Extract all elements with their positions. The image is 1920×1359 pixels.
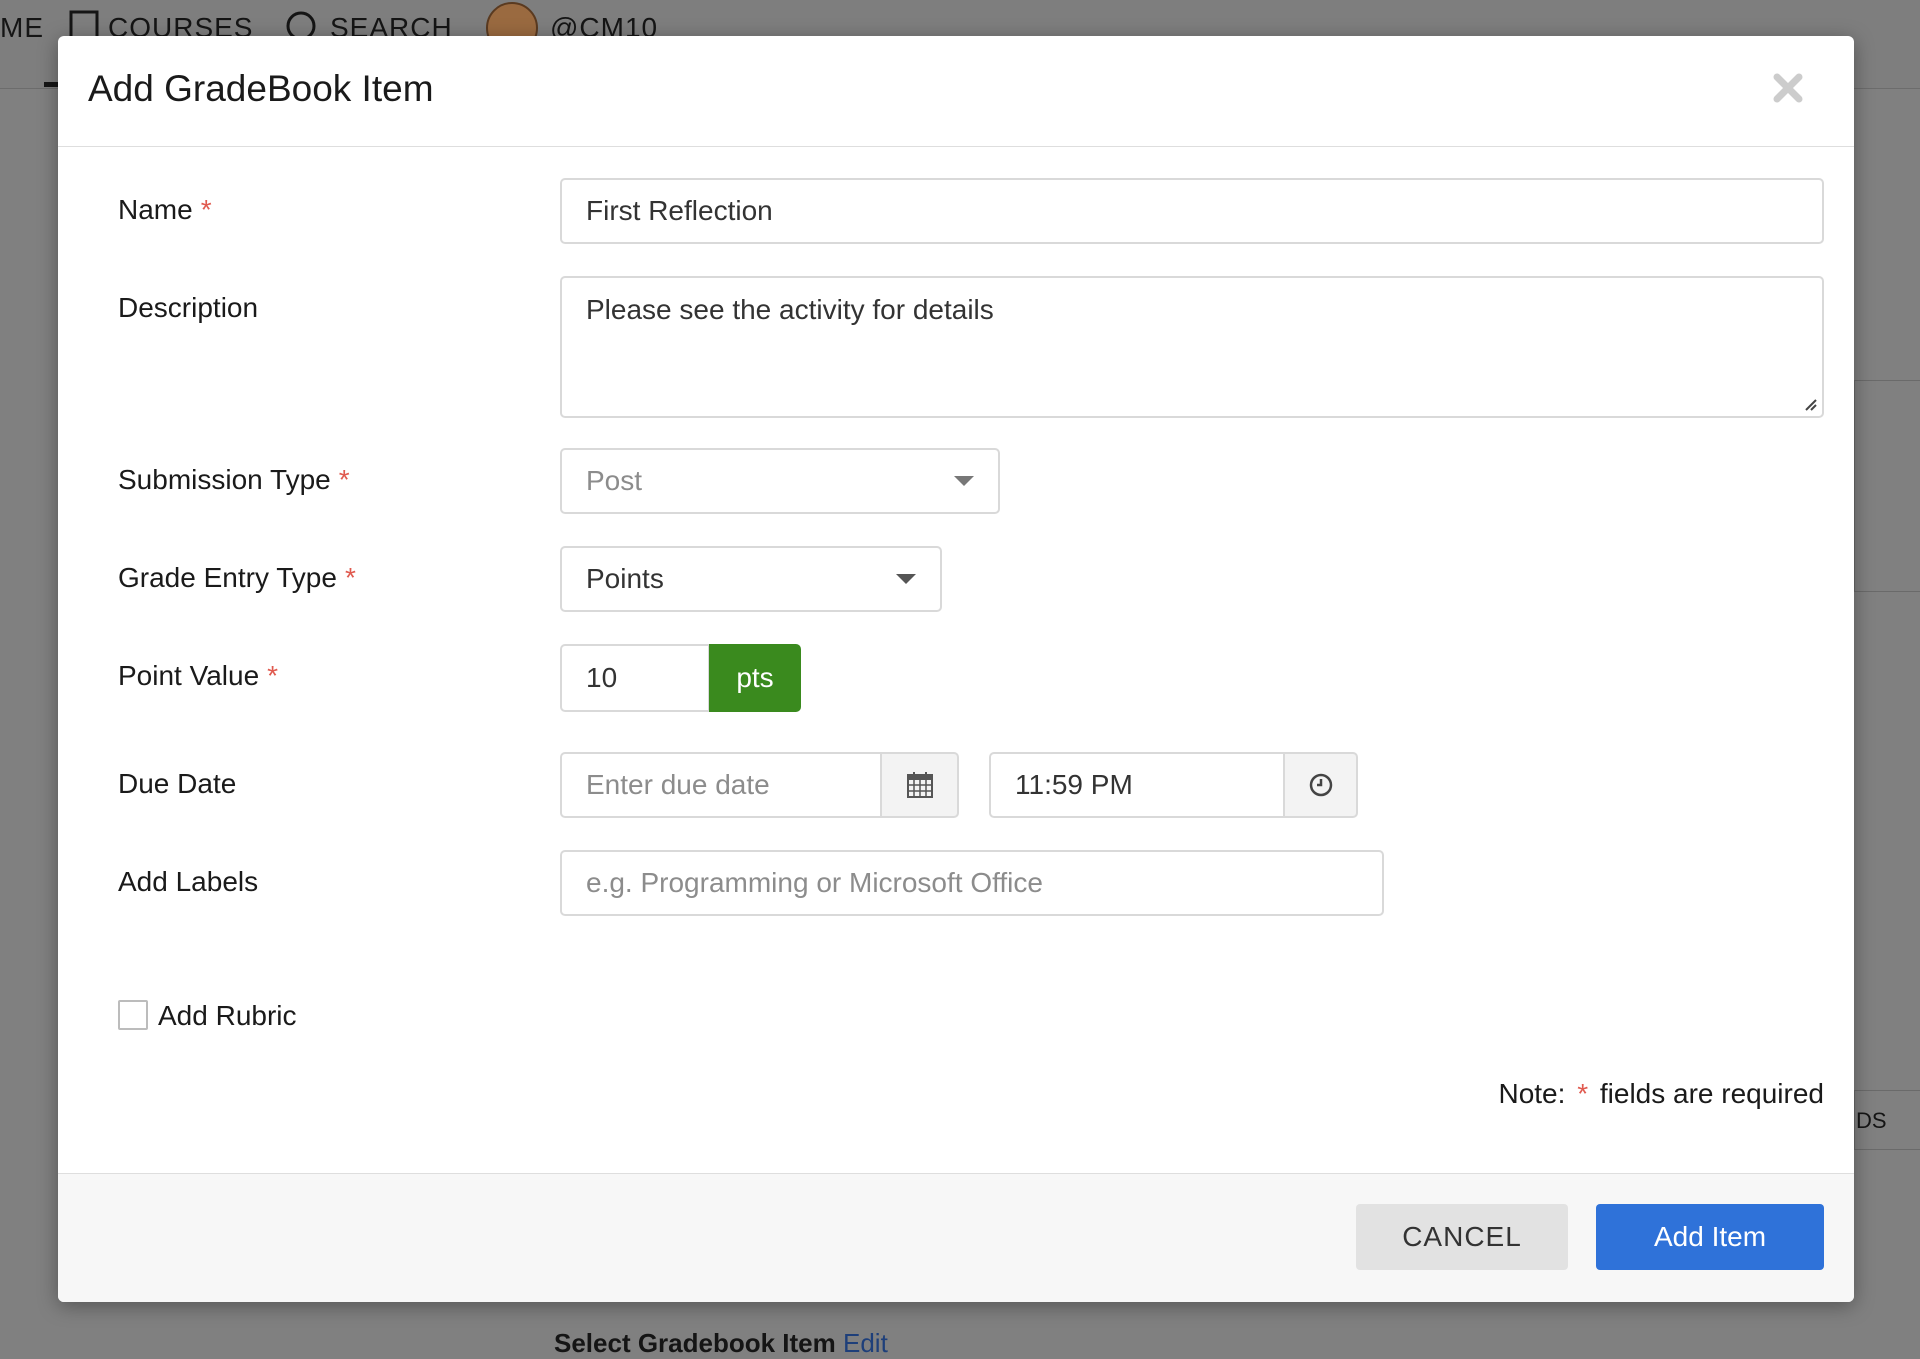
description-textarea[interactable]: Please see the activity for details	[560, 276, 1824, 418]
clock-icon	[1309, 773, 1332, 797]
add-rubric-checkbox[interactable]	[118, 1000, 148, 1030]
grade-entry-type-label: Grade Entry Type *	[118, 562, 356, 594]
due-time-value: 11:59 PM	[1015, 769, 1133, 800]
required-fields-note: Note: * fields are required	[1498, 1078, 1824, 1110]
description-value: Please see the activity for details	[586, 294, 994, 325]
submission-type-select[interactable]: Post	[560, 448, 1000, 514]
close-x-icon	[1773, 73, 1803, 103]
date-picker-button[interactable]	[881, 752, 959, 818]
calendar-icon	[906, 772, 933, 798]
add-item-button[interactable]: Add Item	[1596, 1204, 1824, 1270]
point-value-input[interactable]: 10	[560, 644, 710, 712]
chevron-down-icon	[896, 574, 916, 584]
required-asterisk: *	[267, 660, 279, 691]
name-input-value: First Reflection	[586, 195, 773, 226]
background-panel	[1854, 380, 1920, 592]
labels-input[interactable]: e.g. Programming or Microsoft Office	[560, 850, 1384, 916]
add-labels-label: Add Labels	[118, 866, 259, 897]
submission-type-label-text: Submission Type	[118, 464, 331, 495]
points-unit-label: pts	[736, 662, 774, 693]
add-rubric-label: Add Rubric	[158, 1000, 297, 1031]
chevron-down-icon	[954, 476, 974, 486]
note-suffix: fields are required	[1599, 1078, 1824, 1109]
required-asterisk: *	[1577, 1078, 1589, 1109]
required-asterisk: *	[344, 562, 356, 593]
add-gradebook-item-modal: Add GradeBook Item Name * First Reflectio…	[58, 36, 1854, 1302]
submission-type-value: Post	[586, 465, 643, 496]
point-value-label-text: Point Value	[118, 660, 260, 691]
due-time-input[interactable]: 11:59 PM	[989, 752, 1285, 818]
description-label: Description	[118, 292, 259, 323]
due-date-input[interactable]: Enter due date	[560, 752, 882, 818]
point-value-value: 10	[586, 662, 618, 693]
nav-home-label: ME	[0, 12, 44, 43]
grade-entry-type-select[interactable]: Points	[560, 546, 942, 612]
background-select-gradebook: Select Gradebook Item Edit	[554, 1328, 888, 1359]
note-prefix: Note:	[1498, 1078, 1566, 1109]
time-picker-button[interactable]	[1284, 752, 1358, 818]
grade-entry-type-value: Points	[586, 563, 664, 594]
nav-home-link[interactable]: ME	[0, 8, 44, 48]
required-asterisk: *	[200, 194, 212, 225]
cancel-button[interactable]: CANCEL	[1356, 1204, 1568, 1270]
resize-grip-icon[interactable]	[1802, 396, 1818, 412]
name-input[interactable]: First Reflection	[560, 178, 1824, 244]
labels-placeholder: e.g. Programming or Microsoft Office	[586, 867, 1043, 898]
modal-title: Add GradeBook Item	[88, 68, 434, 109]
due-date-placeholder: Enter due date	[586, 769, 770, 800]
point-value-label: Point Value *	[118, 660, 278, 692]
close-button[interactable]	[1770, 70, 1806, 106]
points-unit-addon: pts	[709, 644, 801, 712]
required-asterisk: *	[338, 464, 350, 495]
background-text-fragment: DS	[1856, 1108, 1887, 1133]
submission-type-label: Submission Type *	[118, 464, 350, 496]
grade-entry-type-label-text: Grade Entry Type	[118, 562, 337, 593]
name-label-text: Name	[118, 194, 193, 225]
due-date-label: Due Date	[118, 768, 237, 799]
modal-footer: CANCEL Add Item	[58, 1173, 1854, 1302]
name-label: Name *	[118, 194, 212, 226]
modal-header: Add GradeBook Item	[58, 36, 1854, 147]
